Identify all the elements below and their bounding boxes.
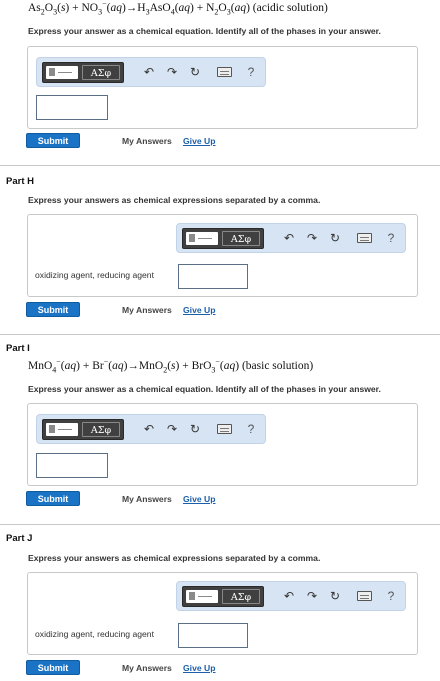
divider (0, 334, 440, 335)
part-j-my-answers-link[interactable]: My Answers (122, 663, 172, 673)
part-h-field-label: oxidizing agent, reducing agent (35, 270, 154, 280)
part-h-give-up-link[interactable]: Give Up (183, 305, 215, 315)
divider (0, 165, 440, 166)
part-j-answer-panel: ΑΣφ ↶ ↷ ↻ ? oxidizing agent, reducing ag… (27, 572, 418, 655)
keyboard-icon[interactable] (217, 424, 232, 434)
greek-letters-icon[interactable]: ΑΣφ (222, 589, 260, 604)
help-icon[interactable]: ? (384, 231, 398, 245)
part-j-label: Part J (6, 533, 33, 544)
template-group: ΑΣφ (42, 419, 124, 440)
part-g-answer-input[interactable] (36, 95, 108, 120)
part-i-answer-input[interactable] (36, 453, 108, 478)
part-g-instruction: Express your answer as a chemical equati… (28, 26, 381, 36)
reset-icon[interactable]: ↻ (328, 231, 342, 245)
part-h-answer-panel: ΑΣφ ↶ ↷ ↻ ? oxidizing agent, reducing ag… (27, 214, 418, 297)
undo-icon[interactable]: ↶ (282, 589, 296, 603)
templates-icon[interactable] (46, 423, 78, 436)
help-icon[interactable]: ? (384, 589, 398, 603)
template-group: ΑΣφ (182, 228, 264, 249)
part-j-give-up-link[interactable]: Give Up (183, 663, 215, 673)
part-h-my-answers-link[interactable]: My Answers (122, 305, 172, 315)
keyboard-icon[interactable] (217, 67, 232, 77)
undo-icon[interactable]: ↶ (142, 65, 156, 79)
greek-letters-icon[interactable]: ΑΣφ (82, 65, 120, 80)
part-h-label: Part H (6, 176, 34, 187)
template-group: ΑΣφ (182, 586, 264, 607)
redo-icon[interactable]: ↷ (165, 422, 179, 436)
part-i-instruction: Express your answer as a chemical equati… (28, 384, 381, 394)
part-i-equation: MnO4−(aq) + Br−(aq)→MnO2(s) + BrO3−(aq) … (28, 357, 314, 375)
part-j-field-label: oxidizing agent, reducing agent (35, 629, 154, 639)
part-g-equation: As2O3(s) + NO3−(aq)→H3AsO4(aq) + N2O3(aq… (28, 0, 328, 17)
greek-letters-icon[interactable]: ΑΣφ (82, 422, 120, 437)
keyboard-icon[interactable] (357, 591, 372, 601)
template-group: ΑΣφ (42, 62, 124, 83)
part-i-answer-panel: ΑΣφ ↶ ↷ ↻ ? (27, 403, 418, 486)
part-j-instruction: Express your answers as chemical express… (28, 553, 321, 563)
part-i-my-answers-link[interactable]: My Answers (122, 494, 172, 504)
part-i-give-up-link[interactable]: Give Up (183, 494, 215, 504)
part-g-give-up-link[interactable]: Give Up (183, 136, 215, 146)
part-h-instruction: Express your answers as chemical express… (28, 195, 321, 205)
part-g-answer-panel: ΑΣφ ↶ ↷ ↻ ? (27, 46, 418, 129)
part-i-label: Part I (6, 343, 30, 354)
math-toolbar: ΑΣφ ↶ ↷ ↻ ? (176, 223, 406, 253)
redo-icon[interactable]: ↷ (165, 65, 179, 79)
math-toolbar: ΑΣφ ↶ ↷ ↻ ? (176, 581, 406, 611)
math-toolbar: ΑΣφ ↶ ↷ ↻ ? (36, 414, 266, 444)
undo-icon[interactable]: ↶ (282, 231, 296, 245)
templates-icon[interactable] (46, 66, 78, 79)
divider (0, 524, 440, 525)
redo-icon[interactable]: ↷ (305, 231, 319, 245)
help-icon[interactable]: ? (244, 65, 258, 79)
templates-icon[interactable] (186, 232, 218, 245)
greek-letters-icon[interactable]: ΑΣφ (222, 231, 260, 246)
redo-icon[interactable]: ↷ (305, 589, 319, 603)
templates-icon[interactable] (186, 590, 218, 603)
help-icon[interactable]: ? (244, 422, 258, 436)
reset-icon[interactable]: ↻ (328, 589, 342, 603)
part-j-answer-input[interactable] (178, 623, 248, 648)
part-j-submit-button[interactable]: Submit (26, 660, 80, 675)
part-h-submit-button[interactable]: Submit (26, 302, 80, 317)
math-toolbar: ΑΣφ ↶ ↷ ↻ ? (36, 57, 266, 87)
part-g-submit-button[interactable]: Submit (26, 133, 80, 148)
keyboard-icon[interactable] (357, 233, 372, 243)
reset-icon[interactable]: ↻ (188, 65, 202, 79)
part-h-answer-input[interactable] (178, 264, 248, 289)
reset-icon[interactable]: ↻ (188, 422, 202, 436)
undo-icon[interactable]: ↶ (142, 422, 156, 436)
part-i-submit-button[interactable]: Submit (26, 491, 80, 506)
part-g-my-answers-link[interactable]: My Answers (122, 136, 172, 146)
